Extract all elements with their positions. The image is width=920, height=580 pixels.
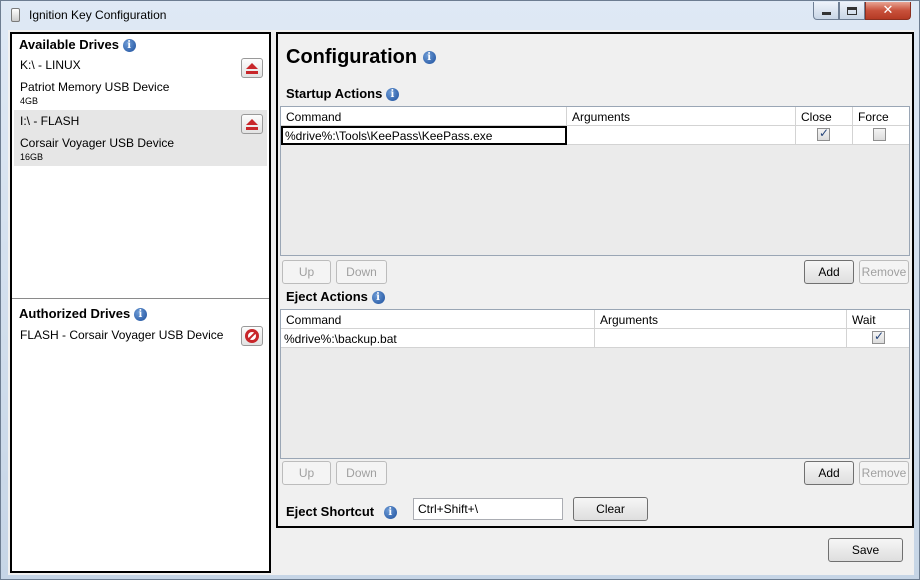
title-bar[interactable]: Ignition Key Configuration ✕ — [1, 1, 919, 29]
eject-shortcut-input[interactable]: Ctrl+Shift+\ — [413, 498, 563, 520]
command-cell[interactable]: %drive%:\backup.bat — [281, 329, 595, 348]
arguments-cell[interactable] — [567, 126, 796, 145]
eject-remove-button[interactable]: Remove — [859, 461, 909, 485]
startup-down-button[interactable]: Down — [336, 260, 387, 284]
close-button[interactable]: ✕ — [865, 2, 911, 20]
configuration-heading: Configuration i — [286, 46, 436, 69]
deauthorize-button[interactable] — [241, 326, 263, 346]
drive-label: K:\ - LINUX — [20, 58, 81, 72]
force-checkbox[interactable] — [873, 128, 886, 141]
drive-device-name: Patriot Memory USB Device — [20, 80, 170, 94]
info-icon[interactable]: i — [385, 88, 399, 102]
info-icon[interactable]: i — [122, 39, 136, 53]
panel-divider — [12, 298, 269, 299]
force-cell — [853, 126, 909, 145]
eject-down-button[interactable]: Down — [336, 461, 387, 485]
column-header-close[interactable]: Close — [796, 107, 853, 126]
eject-icon — [246, 62, 258, 74]
authorized-drives-title: Authorized Drives — [19, 306, 131, 321]
drive-device-name: Corsair Voyager USB Device — [20, 136, 175, 150]
client-area: Available Drives i K:\ - LINUX Patriot M… — [8, 30, 914, 575]
column-header-force[interactable]: Force — [853, 107, 909, 126]
eject-add-button[interactable]: Add — [804, 461, 854, 485]
available-drives-list[interactable]: K:\ - LINUX Patriot Memory USB Device 4G… — [14, 54, 267, 298]
close-checkbox[interactable] — [817, 126, 830, 141]
minimize-button[interactable] — [813, 2, 839, 20]
available-drives-heading: Available Drives i — [19, 37, 136, 53]
grid-header: Command Arguments Wait — [281, 310, 909, 329]
close-cell — [796, 126, 853, 145]
drive-item-selected[interactable]: I:\ - FLASH Corsair Voyager USB Device 1… — [14, 110, 267, 166]
startup-actions-heading: Startup Actions i — [286, 86, 399, 102]
arguments-cell[interactable] — [595, 329, 847, 348]
info-icon[interactable]: i — [383, 506, 397, 520]
table-row[interactable]: %drive%:\Tools\KeePass\KeePass.exe — [281, 126, 909, 145]
eject-icon — [246, 118, 258, 130]
app-window: Ignition Key Configuration ✕ Available D… — [0, 0, 920, 580]
eject-actions-title: Eject Actions — [286, 289, 368, 304]
authorized-drive-label: FLASH - Corsair Voyager USB Device — [20, 328, 224, 342]
close-icon: ✕ — [882, 3, 894, 18]
grid-header: Command Arguments Close Force — [281, 107, 909, 126]
configuration-panel: Configuration i Startup Actions i Comman… — [276, 32, 914, 528]
wait-checkbox[interactable] — [872, 329, 885, 344]
eject-shortcut-heading: Eject Shortcut i — [286, 504, 397, 520]
info-icon[interactable]: i — [371, 291, 385, 305]
column-header-arguments[interactable]: Arguments — [595, 310, 847, 329]
wait-cell — [847, 329, 909, 348]
save-button[interactable]: Save — [828, 538, 903, 562]
startup-remove-button[interactable]: Remove — [859, 260, 909, 284]
maximize-icon — [847, 6, 857, 15]
column-header-wait[interactable]: Wait — [847, 310, 909, 329]
column-header-command[interactable]: Command — [281, 107, 567, 126]
table-row[interactable]: %drive%:\backup.bat — [281, 329, 909, 348]
drive-label: I:\ - FLASH — [20, 114, 80, 128]
column-header-command[interactable]: Command — [281, 310, 595, 329]
eject-drive-button[interactable] — [241, 114, 263, 134]
command-cell[interactable]: %drive%:\Tools\KeePass\KeePass.exe — [281, 126, 567, 145]
drive-item[interactable]: K:\ - LINUX Patriot Memory USB Device 4G… — [14, 54, 267, 110]
maximize-button[interactable] — [839, 2, 865, 20]
configuration-title: Configuration — [286, 46, 418, 68]
authorized-drives-list[interactable]: FLASH - Corsair Voyager USB Device — [14, 324, 267, 350]
authorized-drive-item[interactable]: FLASH - Corsair Voyager USB Device — [14, 324, 267, 350]
forbid-icon — [245, 329, 259, 343]
startup-actions-title: Startup Actions — [286, 86, 383, 101]
column-header-arguments[interactable]: Arguments — [567, 107, 796, 126]
eject-up-button[interactable]: Up — [282, 461, 331, 485]
window-title: Ignition Key Configuration — [29, 8, 167, 22]
startup-up-button[interactable]: Up — [282, 260, 331, 284]
authorized-drives-heading: Authorized Drives i — [19, 306, 147, 322]
info-icon[interactable]: i — [422, 51, 436, 65]
clear-shortcut-button[interactable]: Clear — [573, 497, 648, 521]
eject-shortcut-label: Eject Shortcut — [286, 504, 375, 519]
startup-actions-grid[interactable]: Command Arguments Close Force %drive%:\T… — [280, 106, 910, 256]
eject-actions-grid[interactable]: Command Arguments Wait %drive%:\backup.b… — [280, 309, 910, 459]
usb-drive-icon — [11, 8, 20, 22]
minimize-icon — [821, 12, 831, 15]
drive-size: 4GB — [20, 96, 39, 106]
info-icon[interactable]: i — [133, 308, 147, 322]
drive-size: 16GB — [20, 152, 44, 162]
available-drives-title: Available Drives — [19, 37, 119, 52]
drives-panel: Available Drives i K:\ - LINUX Patriot M… — [10, 32, 271, 573]
startup-add-button[interactable]: Add — [804, 260, 854, 284]
eject-drive-button[interactable] — [241, 58, 263, 78]
eject-actions-heading: Eject Actions i — [286, 289, 385, 305]
